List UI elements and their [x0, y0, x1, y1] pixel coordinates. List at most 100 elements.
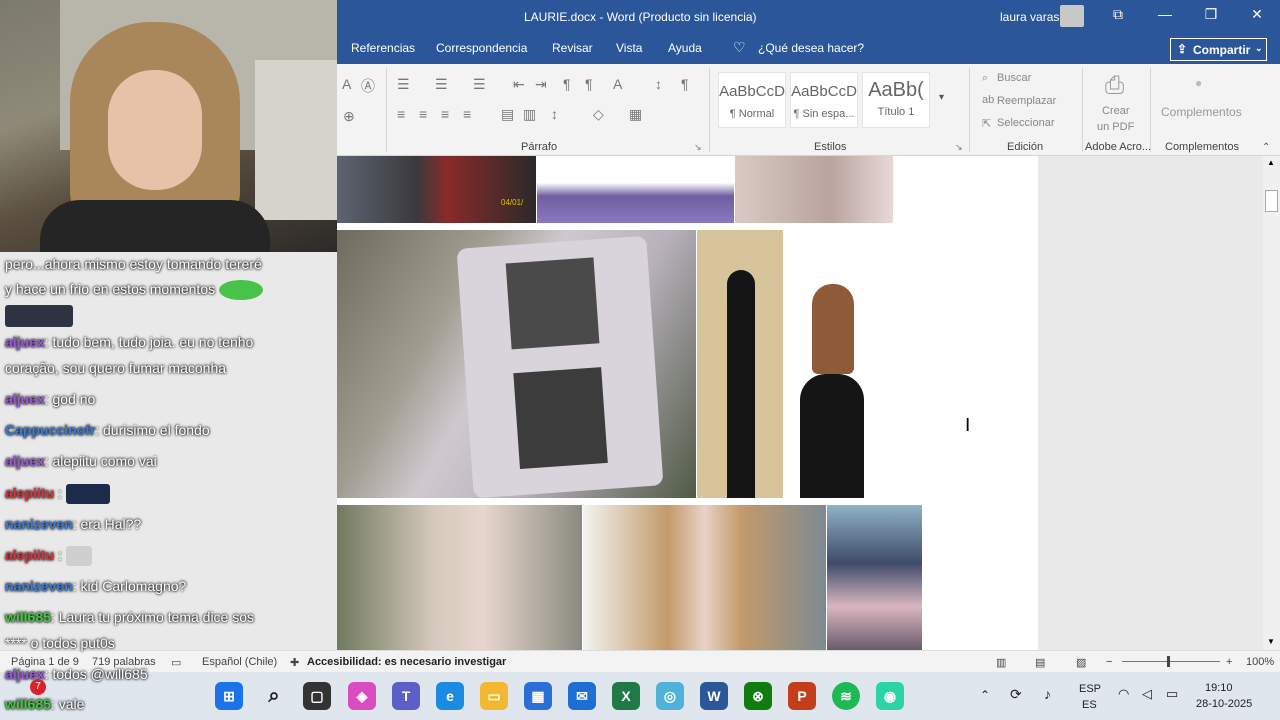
sync-icon[interactable]: ⟳	[1010, 686, 1022, 703]
align-left-icon[interactable]: ≡	[397, 106, 405, 122]
scroll-down-icon[interactable]: ▼	[1267, 637, 1275, 646]
shading-icon[interactable]: ◇	[593, 106, 604, 123]
ltr-icon[interactable]: ¶	[563, 76, 571, 92]
share-button[interactable]: ⇪ Compartir ⌄	[1170, 38, 1267, 61]
tab-revisar[interactable]: Revisar	[552, 41, 593, 55]
chat-username[interactable]: aljuex	[5, 334, 45, 350]
styles-more-icon[interactable]: ▾	[939, 92, 944, 103]
vertical-scrollbar[interactable]: ▲ ▼	[1263, 156, 1280, 650]
find-button[interactable]: Buscar	[997, 72, 1031, 84]
chat-text: : tudo bem, tudo joia. eu no tenho	[44, 334, 254, 350]
mail-icon[interactable]: ✉	[568, 682, 596, 710]
chat-username[interactable]: nanizeven	[5, 516, 73, 532]
wifi-icon[interactable]: ◠	[1118, 686, 1129, 702]
word-icon[interactable]: W	[700, 682, 728, 710]
tell-me-search[interactable]: ¿Qué desea hacer?	[758, 41, 864, 55]
battery-icon[interactable]: ▭	[1166, 686, 1178, 702]
decrease-indent-icon[interactable]: ⇤	[513, 76, 525, 93]
replace-icon: ab	[982, 94, 995, 106]
web-layout-icon[interactable]: ▨	[1076, 656, 1086, 669]
show-marks-icon[interactable]: ¶	[681, 76, 689, 92]
chat-username[interactable]: alepiitu	[5, 485, 54, 501]
multilevel-list-icon[interactable]: ☰	[473, 76, 486, 93]
close-button[interactable]: ✕	[1243, 6, 1271, 23]
font-color-icon[interactable]: A	[342, 76, 351, 92]
increase-indent-icon[interactable]: ⇥	[535, 76, 547, 93]
clock-time[interactable]: 19:10	[1205, 682, 1233, 694]
account-avatar[interactable]	[1060, 5, 1084, 27]
tab-ayuda[interactable]: Ayuda	[668, 41, 702, 55]
numbering-icon[interactable]: ☰	[435, 76, 448, 93]
tab-vista[interactable]: Vista	[616, 41, 642, 55]
chat-username[interactable]: will685	[5, 609, 51, 625]
clock-date[interactable]: 28-10-2025	[1196, 698, 1252, 710]
zoom-slider[interactable]	[1122, 661, 1220, 662]
file-explorer-icon[interactable]: ▭	[480, 682, 508, 710]
restore-button[interactable]: ❐	[1197, 6, 1225, 23]
asian-layout-icon[interactable]: A	[613, 76, 622, 92]
zoom-slider-thumb[interactable]	[1167, 656, 1170, 667]
minimize-button[interactable]: —	[1151, 6, 1179, 22]
columns-icon[interactable]: ▥	[523, 106, 536, 123]
tab-correspondencia[interactable]: Correspondencia	[436, 41, 527, 55]
chat-username[interactable]: alepiitu	[5, 547, 54, 563]
powerpoint-icon[interactable]: P	[788, 682, 816, 710]
chat-text: : god no	[44, 391, 96, 407]
dialog-launcher-icon[interactable]: ↘	[955, 142, 963, 153]
discord-icon[interactable]: ◉	[876, 682, 904, 710]
rtl-icon[interactable]: ¶	[585, 76, 593, 92]
zoom-in-icon[interactable]: +	[1226, 656, 1232, 668]
spotify-icon[interactable]: ≋	[832, 682, 860, 710]
chat-emote	[219, 280, 263, 301]
align-right-icon[interactable]: ≡	[441, 106, 449, 122]
account-name[interactable]: laura varas	[1000, 10, 1059, 24]
chevron-up-icon[interactable]: ⌃	[980, 688, 990, 702]
tab-referencias[interactable]: Referencias	[351, 41, 415, 55]
copilot-icon[interactable]: ◈	[348, 682, 376, 710]
dialog-launcher-icon[interactable]: ↘	[694, 142, 702, 153]
chat-username[interactable]: nanizeven	[5, 578, 73, 594]
scroll-thumb[interactable]	[1265, 190, 1278, 212]
justify-icon[interactable]: ≡	[463, 106, 471, 122]
addins-button[interactable]: Complementos	[1161, 105, 1242, 119]
document-page[interactable]: 04/01/	[337, 156, 1038, 650]
create-pdf-line1[interactable]: Crear	[1102, 105, 1130, 117]
style-no-spacing[interactable]: AaBbCcD ¶ Sin espa...	[790, 72, 858, 128]
chat-username[interactable]: aljuex	[5, 453, 45, 469]
collapse-ribbon-icon[interactable]: ⌃	[1262, 142, 1270, 153]
style-heading-1[interactable]: AaBb( Título 1	[862, 72, 930, 128]
borders-icon[interactable]: ▦	[629, 106, 642, 123]
scroll-up-icon[interactable]: ▲	[1267, 158, 1275, 167]
group-label-adobe: Adobe Acro...	[1085, 141, 1152, 153]
read-mode-icon[interactable]: ▥	[996, 656, 1006, 669]
line-spacing-icon[interactable]: ↕	[551, 106, 558, 122]
char-border-icon[interactable]: Ⓐ	[361, 76, 375, 96]
sort-icon[interactable]: ↕	[655, 76, 662, 92]
volume-icon[interactable]: ◁	[1142, 686, 1152, 702]
phonetic-icon[interactable]: ⊕	[343, 108, 355, 125]
align-center-icon[interactable]: ≡	[419, 106, 427, 122]
zoom-level[interactable]: 100%	[1246, 656, 1274, 668]
separator	[386, 68, 387, 152]
print-layout-icon[interactable]: ▤	[1035, 656, 1045, 669]
store-icon[interactable]: ▦	[524, 682, 552, 710]
zoom-out-icon[interactable]: −	[1106, 656, 1112, 668]
chat-username[interactable]: Cappuccinofr	[5, 422, 95, 438]
xbox-icon[interactable]: ⊗	[744, 682, 772, 710]
edge-icon[interactable]: e	[436, 682, 464, 710]
chat-username[interactable]: will685	[5, 696, 51, 712]
teams-icon[interactable]: T	[392, 682, 420, 710]
create-pdf-line2[interactable]: un PDF	[1097, 121, 1134, 133]
distributed-icon[interactable]: ▤	[501, 106, 514, 123]
microphone-icon[interactable]: ♪	[1044, 686, 1051, 702]
photos-icon[interactable]: ◎	[656, 682, 684, 710]
select-button[interactable]: Seleccionar	[997, 117, 1054, 129]
document-area: 04/01/ ▲ ▼	[337, 156, 1280, 650]
chat-username[interactable]: aljuex	[5, 391, 45, 407]
bullets-icon[interactable]: ☰	[397, 76, 410, 93]
ribbon-display-icon[interactable]: ⧉	[1104, 6, 1132, 23]
style-normal[interactable]: AaBbCcD ¶ Normal	[718, 72, 786, 128]
input-language[interactable]: ESP	[1079, 683, 1101, 695]
excel-icon[interactable]: X	[612, 682, 640, 710]
replace-button[interactable]: Reemplazar	[997, 95, 1056, 107]
